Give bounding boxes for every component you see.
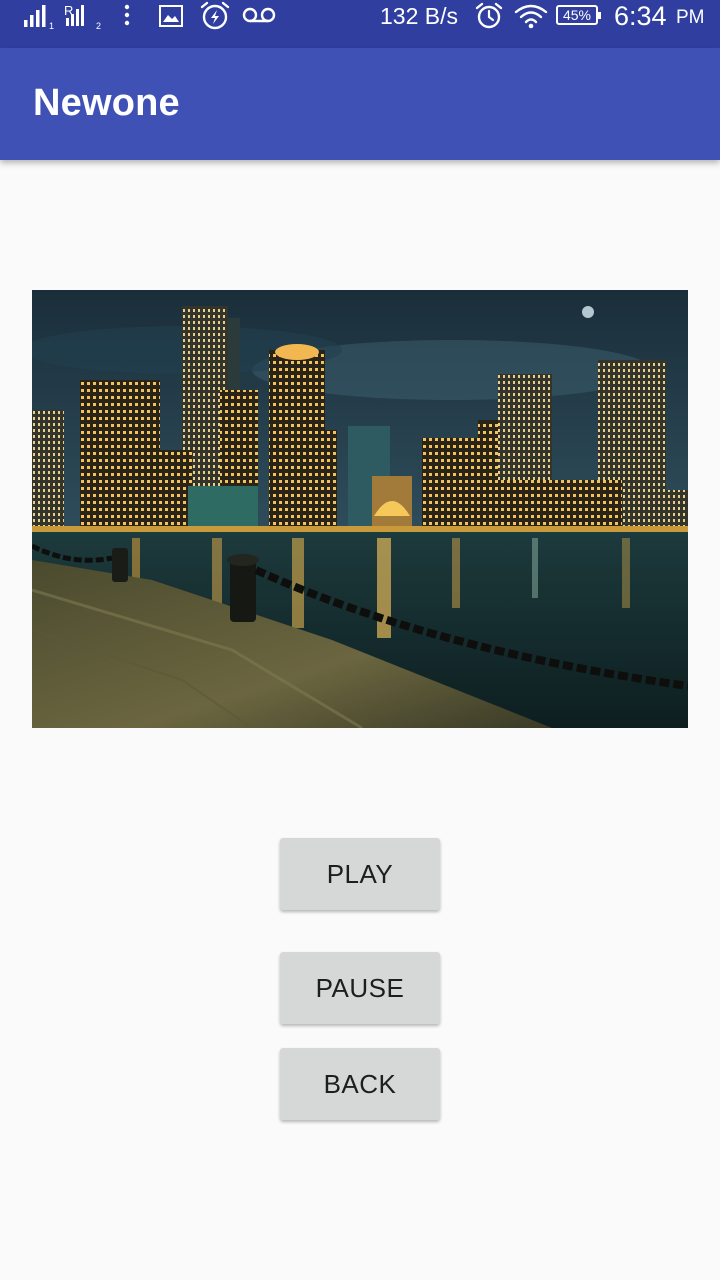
clock-time: 6:34 bbox=[614, 0, 667, 31]
wifi-icon bbox=[514, 4, 548, 29]
signal-sim1-icon: 1 bbox=[24, 5, 54, 30]
svg-text:2: 2 bbox=[96, 21, 101, 30]
pause-button[interactable]: PAUSE bbox=[280, 952, 440, 1024]
clock-ampm: PM bbox=[676, 7, 705, 28]
status-bar: 1 R 2 132 B/s 45% 6:34 PM bbox=[0, 0, 720, 48]
alarm-notification-icon bbox=[200, 1, 230, 30]
voicemail-icon bbox=[242, 7, 276, 23]
network-speed: 132 B/s bbox=[380, 2, 458, 29]
app-title: Newone bbox=[33, 82, 180, 124]
city-night-photo bbox=[32, 290, 688, 728]
alarm-clock-icon bbox=[475, 2, 503, 29]
battery-percent: 45% bbox=[562, 7, 592, 23]
back-button[interactable]: BACK bbox=[280, 1048, 440, 1120]
battery-icon: 45% bbox=[556, 5, 601, 25]
overflow-dots-icon bbox=[124, 4, 130, 26]
signal-sim2-icon: R 2 bbox=[64, 3, 101, 30]
image-notification-icon bbox=[159, 5, 183, 27]
app-bar: Newone bbox=[0, 48, 720, 160]
svg-text:1: 1 bbox=[49, 21, 54, 30]
play-button[interactable]: PLAY bbox=[280, 838, 440, 910]
